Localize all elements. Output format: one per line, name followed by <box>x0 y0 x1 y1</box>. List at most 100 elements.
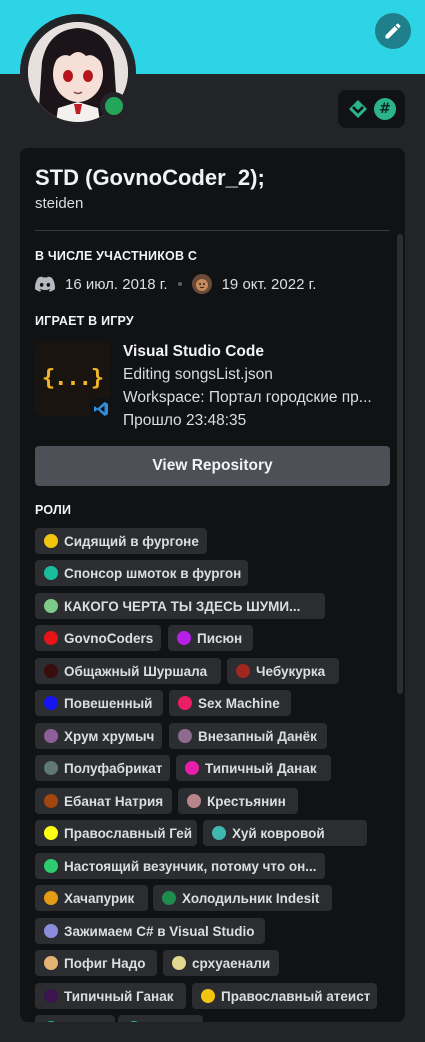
role-label: GovnoCoders <box>64 630 154 646</box>
role-label: Типичный Данак <box>205 760 317 776</box>
role-label: Ебанат Натрия <box>64 793 164 809</box>
hash-icon[interactable]: # <box>374 98 396 120</box>
separator-dot <box>177 282 182 286</box>
role-chip[interactable]: Хрум хрумыч <box>35 723 162 749</box>
role-color-dot <box>44 761 58 775</box>
roles-title: РОЛИ <box>35 503 72 517</box>
role-color-dot <box>44 631 58 645</box>
role-chip[interactable]: Крестьянин <box>178 788 298 814</box>
edit-profile-button[interactable] <box>375 13 411 49</box>
role-chip[interactable]: Чебукурка <box>227 658 339 684</box>
view-repository-button[interactable]: View Repository <box>35 446 390 486</box>
server-join-date: 19 окт. 2022 г. <box>221 275 317 293</box>
role-color-dot <box>187 794 201 808</box>
role-color-dot <box>127 1021 141 1022</box>
role-color-dot <box>44 956 58 970</box>
role-chip[interactable]: Общажный Шуршала <box>35 658 221 684</box>
role-chip[interactable]: Хачапурик <box>35 885 148 911</box>
online-status-dot <box>105 97 123 115</box>
role-color-dot <box>44 729 58 743</box>
activity-icon-text: {...} <box>41 366 104 391</box>
role-color-dot <box>44 859 58 873</box>
role-chip[interactable] <box>35 1015 115 1022</box>
role-color-dot <box>44 664 58 678</box>
username[interactable]: steiden <box>35 195 83 212</box>
activity-state: Workspace: Портал городские пр... <box>123 389 372 406</box>
activity-details: Editing songsList.json <box>123 366 273 383</box>
activity-title: ИГРАЕТ В ИГРУ <box>35 314 134 328</box>
profile-card: STD (GovnoCoder_2); steiden В ЧИСЛЕ УЧАС… <box>20 148 405 1022</box>
role-color-dot <box>44 794 58 808</box>
role-chip[interactable]: Холодильник Indesit <box>153 885 332 911</box>
role-color-dot <box>44 566 58 580</box>
discord-join-date: 16 июл. 2018 г. <box>65 275 168 293</box>
role-label: Хуй ковровой <box>232 825 325 841</box>
role-chip[interactable]: GovnoCoders <box>35 625 161 651</box>
role-color-dot <box>178 729 192 743</box>
role-chip[interactable]: срхуаенали <box>163 950 279 976</box>
divider <box>35 230 390 231</box>
role-chip[interactable]: Типичный Ганак <box>35 983 186 1009</box>
role-chip[interactable]: Типичный Данак <box>176 755 331 781</box>
role-label: Пофиг Надо <box>64 955 146 971</box>
role-label: Зажимаем C# в Visual Studio <box>64 923 255 939</box>
vscode-icon <box>90 398 112 420</box>
role-label: Внезапный Данёк <box>198 728 317 744</box>
role-chip[interactable]: Повешенный <box>35 690 163 716</box>
role-color-dot <box>44 989 58 1003</box>
role-label: Общажный Шуршала <box>64 663 208 679</box>
display-name: STD (GovnoCoder_2); <box>35 165 265 190</box>
badges-container: # <box>338 90 405 128</box>
hypesquad-diamond-icon[interactable] <box>347 98 369 120</box>
role-label: Писюн <box>197 630 243 646</box>
role-chip[interactable]: Православный атеист <box>192 983 377 1009</box>
role-color-dot <box>44 534 58 548</box>
role-chip[interactable]: КАКОГО ЧЕРТА ТЫ ЗДЕСЬ ШУМИ... <box>35 593 325 619</box>
role-color-dot <box>44 924 58 938</box>
role-color-dot <box>236 664 250 678</box>
member-since-row: 16 июл. 2018 г. 19 окт. 2022 г. <box>35 274 316 294</box>
role-color-dot <box>44 1021 58 1022</box>
role-color-dot <box>172 956 186 970</box>
activity-name: Visual Studio Code <box>123 343 264 360</box>
role-color-dot <box>201 989 215 1003</box>
scrollbar[interactable] <box>397 234 403 694</box>
role-label: Чебукурка <box>256 663 326 679</box>
role-chip[interactable]: Sex Machine <box>169 690 291 716</box>
role-label: Холодильник Indesit <box>182 890 320 906</box>
role-label: Хрум хрумыч <box>64 728 155 744</box>
role-label: Sex Machine <box>198 695 280 711</box>
role-label: Сидящий в фургоне <box>64 533 199 549</box>
role-color-dot <box>44 826 58 840</box>
activity-elapsed: Прошло 23:48:35 <box>123 412 247 429</box>
role-label: Полуфабрикат <box>64 760 163 776</box>
role-chip[interactable]: Зажимаем C# в Visual Studio <box>35 918 265 944</box>
pencil-icon <box>385 23 401 39</box>
role-label: КАКОГО ЧЕРТА ТЫ ЗДЕСЬ ШУМИ... <box>64 598 301 614</box>
role-chip[interactable]: Спонсор шмоток в фургон <box>35 560 248 586</box>
role-color-dot <box>162 891 176 905</box>
server-avatar-icon <box>191 274 212 294</box>
discord-icon <box>35 274 55 294</box>
member-since-title: В ЧИСЛЕ УЧАСТНИКОВ С <box>35 249 198 263</box>
role-chip[interactable]: Полуфабрикат <box>35 755 170 781</box>
role-color-dot <box>44 599 58 613</box>
role-label: Крестьянин <box>207 793 286 809</box>
role-chip[interactable]: Настоящий везунчик, потому что он... <box>35 853 325 879</box>
role-chip[interactable]: Пофиг Надо <box>35 950 157 976</box>
role-chip[interactable]: Православный Гей <box>35 820 197 846</box>
role-chip[interactable]: Хуй ковровой <box>203 820 367 846</box>
role-color-dot <box>178 696 192 710</box>
role-color-dot <box>185 761 199 775</box>
role-label: Православный Гей <box>64 825 193 841</box>
role-label: Хачапурик <box>64 890 135 906</box>
role-chip[interactable]: Внезапный Данёк <box>169 723 327 749</box>
role-label: Типичный Ганак <box>64 988 174 1004</box>
role-chip[interactable]: Ебанат Натрия <box>35 788 172 814</box>
role-chip[interactable]: Сидящий в фургоне <box>35 528 207 554</box>
role-chip[interactable]: Писюн <box>168 625 253 651</box>
role-color-dot <box>44 696 58 710</box>
role-color-dot <box>44 891 58 905</box>
role-chip[interactable] <box>118 1015 203 1022</box>
role-color-dot <box>177 631 191 645</box>
